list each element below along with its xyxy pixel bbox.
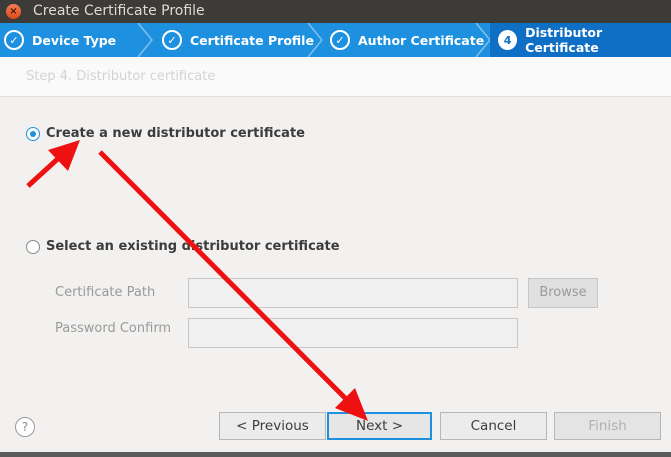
wizard-step-device-type[interactable]: ✓ Device Type bbox=[4, 23, 116, 57]
option-select-existing[interactable]: Select an existing distributor certifica… bbox=[26, 239, 340, 254]
annotation-arrow-head bbox=[48, 140, 80, 171]
password-confirm-input[interactable] bbox=[188, 318, 518, 348]
option-select-existing-label: Select an existing distributor certifica… bbox=[46, 239, 340, 254]
check-icon: ✓ bbox=[162, 30, 182, 50]
chevron-right-icon bbox=[307, 23, 323, 57]
window-close-button[interactable]: × bbox=[6, 4, 21, 19]
check-icon: ✓ bbox=[4, 30, 24, 50]
wizard-step-label: Certificate Profile bbox=[190, 32, 314, 48]
browse-button[interactable]: Browse bbox=[528, 278, 598, 308]
close-icon: × bbox=[9, 6, 18, 17]
check-icon: ✓ bbox=[330, 30, 350, 50]
bottom-edge bbox=[0, 452, 671, 457]
radio-select-existing[interactable] bbox=[26, 239, 40, 254]
step-subtitle: Step 4. Distributor certificate bbox=[26, 69, 216, 84]
option-create-new-label: Create a new distributor certificate bbox=[46, 126, 305, 141]
step-number-badge: 4 bbox=[498, 30, 518, 50]
certificate-path-label: Certificate Path bbox=[55, 285, 156, 300]
wizard-step-certificate-profile[interactable]: ✓ Certificate Profile bbox=[162, 23, 314, 57]
window-titlebar: × Create Certificate Profile bbox=[0, 0, 671, 23]
wizard-step-label: Device Type bbox=[32, 32, 117, 48]
step-subtitle-bar: Step 4. Distributor certificate bbox=[0, 57, 671, 97]
wizard-step-author-certificate[interactable]: ✓ Author Certificate bbox=[330, 23, 484, 57]
previous-button[interactable]: < Previous bbox=[219, 412, 326, 440]
finish-button[interactable]: Finish bbox=[554, 412, 661, 440]
radio-create-new[interactable] bbox=[26, 126, 40, 141]
wizard-step-label: Distributor Certificate bbox=[525, 25, 603, 55]
help-icon[interactable]: ? bbox=[15, 417, 35, 437]
wizard-step-bar: ✓ Device Type ✓ Certificate Profile ✓ Au… bbox=[0, 23, 671, 57]
option-create-new[interactable]: Create a new distributor certificate bbox=[26, 126, 305, 141]
cancel-button[interactable]: Cancel bbox=[440, 412, 547, 440]
certificate-path-input[interactable] bbox=[188, 278, 518, 308]
window-title: Create Certificate Profile bbox=[33, 3, 205, 19]
annotation-arrow-shaft bbox=[26, 153, 64, 188]
next-button[interactable]: Next > bbox=[327, 412, 432, 440]
chevron-right-icon bbox=[137, 23, 153, 57]
wizard-step-distributor-certificate[interactable]: 4 Distributor Certificate bbox=[490, 23, 671, 57]
wizard-step-label: Author Certificate bbox=[358, 32, 485, 48]
password-confirm-label: Password Confirm bbox=[55, 321, 172, 336]
